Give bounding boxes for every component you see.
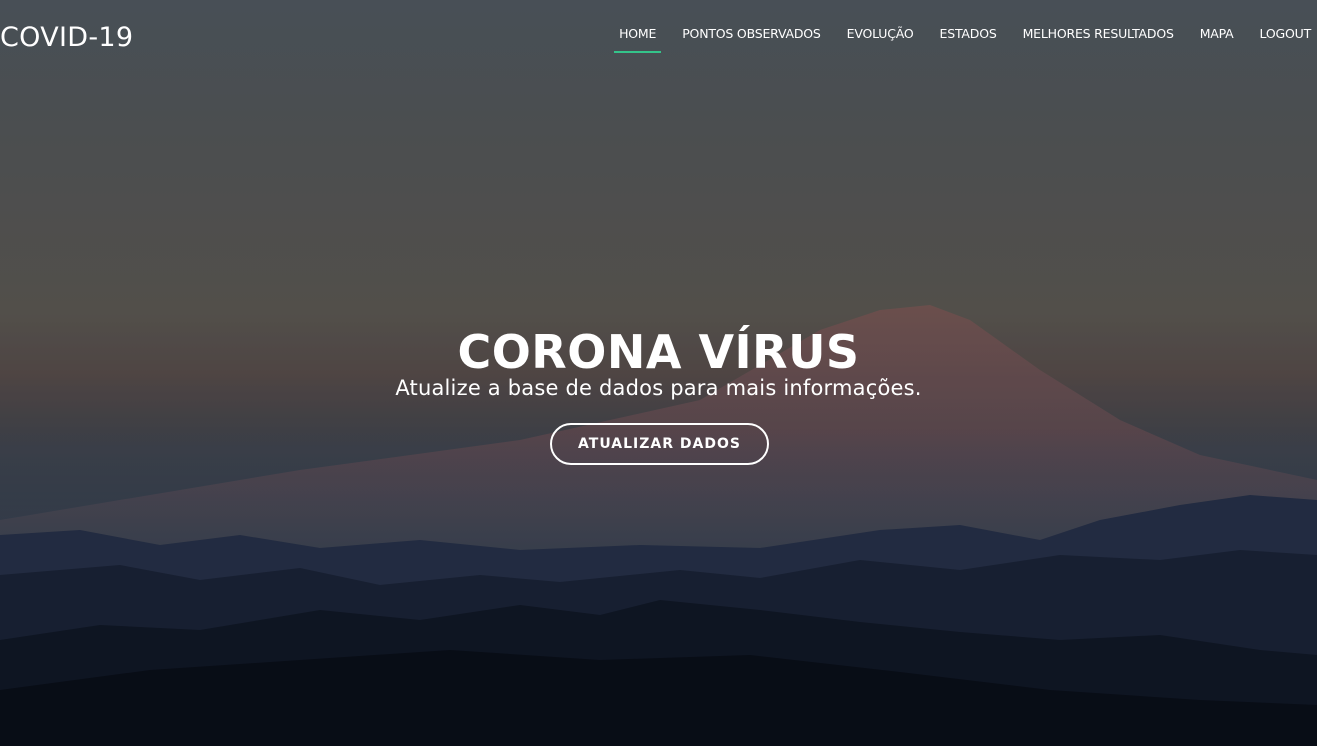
update-data-button[interactable]: ATUALIZAR DADOS — [550, 423, 769, 465]
hero-actions: ATUALIZAR DADOS — [0, 423, 1317, 465]
brand-logo[interactable]: COVID-19 — [0, 22, 133, 53]
hero-title: CORONA VÍRUS — [457, 325, 860, 379]
main-nav: HOME PONTOS OBSERVADOS EVOLUÇÃO ESTADOS … — [606, 0, 1317, 66]
nav-item-logout[interactable]: LOGOUT — [1247, 0, 1317, 66]
nav-item-estados[interactable]: ESTADOS — [927, 0, 1010, 66]
nav-item-mapa[interactable]: MAPA — [1187, 0, 1247, 66]
hero-subtitle: Atualize a base de dados para mais infor… — [395, 376, 922, 400]
nav-item-home[interactable]: HOME — [606, 0, 669, 66]
nav-item-evolucao[interactable]: EVOLUÇÃO — [834, 0, 927, 66]
nav-item-pontos-observados[interactable]: PONTOS OBSERVADOS — [669, 0, 833, 66]
nav-item-melhores-resultados[interactable]: MELHORES RESULTADOS — [1010, 0, 1187, 66]
hero-section: COVID-19 HOME PONTOS OBSERVADOS EVOLUÇÃO… — [0, 0, 1317, 746]
